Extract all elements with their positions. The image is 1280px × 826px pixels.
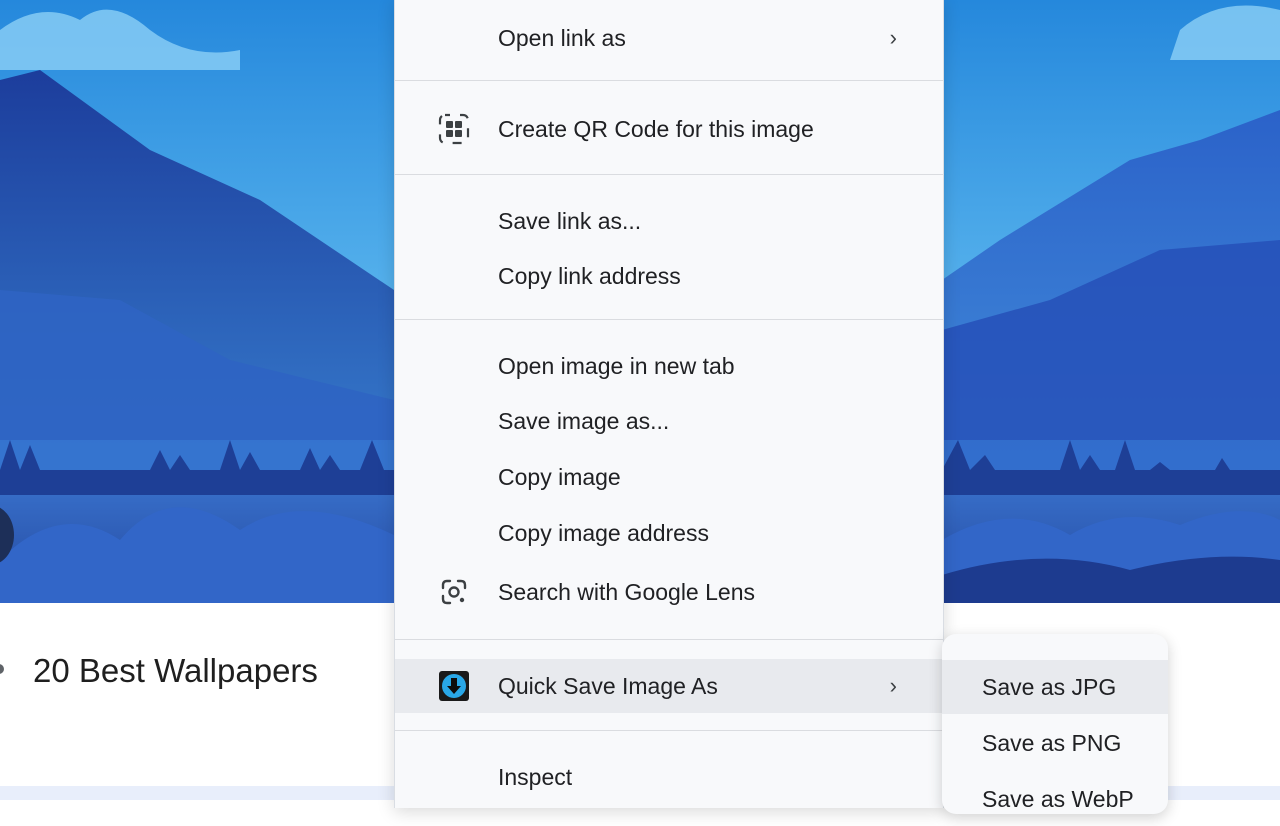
menu-item-copy-image[interactable]: Copy image	[395, 450, 943, 504]
menu-item-copy-link-address[interactable]: Copy link address	[395, 249, 943, 303]
submenu-item-label: Save as PNG	[982, 729, 1122, 756]
menu-item-label: Save link as...	[498, 207, 642, 234]
menu-separator	[395, 80, 943, 81]
menu-separator	[395, 639, 943, 640]
menu-item-label: Copy image address	[498, 519, 709, 546]
chevron-right-icon: ›	[889, 673, 897, 698]
menu-item-save-image-as[interactable]: Save image as...	[395, 394, 943, 448]
menu-item-copy-image-address[interactable]: Copy image address	[395, 506, 943, 560]
quick-save-extension-icon	[437, 669, 471, 703]
submenu-item-save-as-webp[interactable]: Save as WebP	[942, 772, 1168, 826]
submenu-item-save-as-jpg[interactable]: Save as JPG	[942, 660, 1168, 714]
google-lens-icon	[437, 575, 471, 609]
menu-item-create-qr-code[interactable]: Create QR Code for this image	[395, 102, 943, 156]
page-title: 20 Best Wallpapers	[33, 652, 318, 689]
chevron-right-icon: ›	[889, 25, 897, 50]
menu-item-quick-save-image-as[interactable]: Quick Save Image As ›	[395, 659, 943, 713]
menu-separator	[395, 319, 943, 320]
quick-save-submenu: Save as JPG Save as PNG Save as WebP	[942, 634, 1168, 814]
qr-code-icon	[437, 112, 471, 146]
menu-item-label: Copy link address	[498, 262, 681, 289]
submenu-item-label: Save as JPG	[982, 673, 1117, 700]
menu-item-label: Open image in new tab	[498, 352, 735, 379]
submenu-item-label: Save as WebP	[982, 785, 1134, 812]
menu-item-label: Create QR Code for this image	[498, 115, 814, 142]
menu-separator	[395, 730, 943, 731]
menu-item-open-image-new-tab[interactable]: Open image in new tab	[395, 339, 943, 393]
menu-item-save-link-as[interactable]: Save link as...	[395, 194, 943, 248]
menu-item-label: Save image as...	[498, 407, 670, 434]
menu-item-open-link-as[interactable]: Open link as ›	[395, 11, 943, 65]
menu-item-label: Inspect	[498, 763, 573, 790]
menu-item-label: Copy image	[498, 463, 621, 490]
submenu-item-save-as-png[interactable]: Save as PNG	[942, 716, 1168, 770]
context-menu: Open link as › Create QR Code for this i…	[394, 0, 944, 808]
menu-item-label: Open link as	[498, 24, 626, 51]
menu-separator	[395, 174, 943, 175]
menu-item-search-google-lens[interactable]: Search with Google Lens	[395, 565, 943, 619]
menu-item-label: Search with Google Lens	[498, 578, 755, 605]
menu-item-inspect[interactable]: Inspect	[395, 750, 943, 804]
menu-item-label: Quick Save Image As	[498, 672, 718, 699]
